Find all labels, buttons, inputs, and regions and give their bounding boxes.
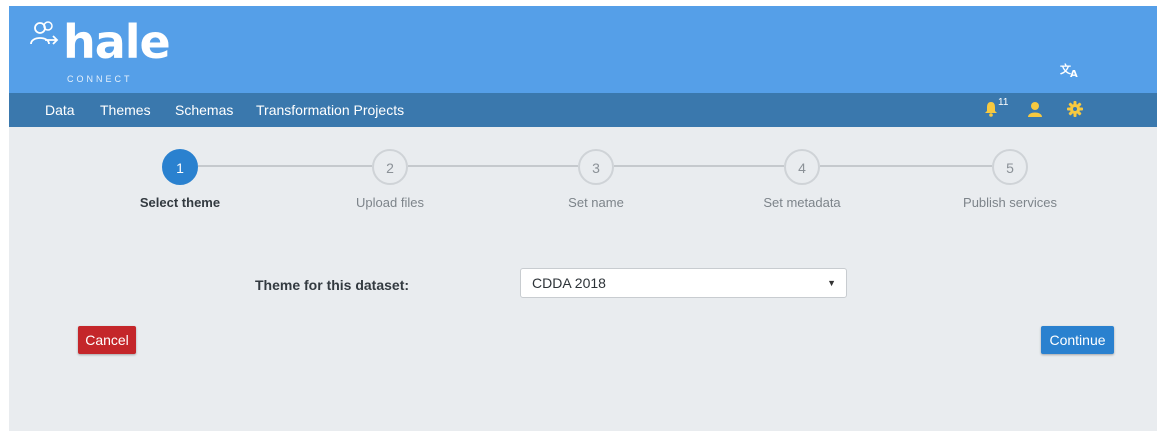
- step-connector: [198, 165, 372, 167]
- step-connector: [820, 165, 992, 167]
- step-4-circle[interactable]: 4: [784, 149, 820, 185]
- nav-data[interactable]: Data: [45, 93, 75, 127]
- step-2-label: Upload files: [356, 195, 424, 210]
- logo-subtitle: CONNECT: [67, 74, 133, 84]
- step-5-label: Publish services: [963, 195, 1057, 210]
- cancel-button[interactable]: Cancel: [78, 326, 136, 354]
- gear-icon[interactable]: [1067, 101, 1083, 119]
- nav-transformation-projects[interactable]: Transformation Projects: [256, 93, 404, 127]
- step-1-circle[interactable]: 1: [162, 149, 198, 185]
- wizard-stepper: 1 2 3 4 5 Select theme Upload files Set …: [9, 127, 1157, 227]
- step-1-label: Select theme: [139, 195, 221, 210]
- theme-field-label: Theme for this dataset:: [255, 277, 410, 293]
- step-3-circle[interactable]: 3: [578, 149, 614, 185]
- theme-select[interactable]: CDDA 2018 ▼: [520, 268, 847, 298]
- translate-icon[interactable]: 文 A: [1060, 61, 1082, 81]
- step-connector: [408, 165, 578, 167]
- app-header: hale CONNECT 文 A: [9, 6, 1157, 93]
- users-transform-icon: [30, 21, 59, 45]
- bell-icon: [985, 102, 997, 117]
- caret-down-icon: ▼: [827, 278, 836, 288]
- theme-select-value: CDDA 2018: [532, 275, 606, 291]
- step-2-circle[interactable]: 2: [372, 149, 408, 185]
- main-navbar: Data Themes Schemas Transformation Proje…: [9, 93, 1157, 127]
- svg-text:A: A: [1070, 69, 1078, 79]
- step-5-circle[interactable]: 5: [992, 149, 1028, 185]
- step-4-label: Set metadata: [763, 195, 841, 210]
- user-icon[interactable]: [1028, 101, 1042, 119]
- step-3-label: Set name: [568, 195, 624, 210]
- notification-count: 11: [998, 97, 1009, 108]
- app-frame: hale CONNECT 文 A Data Themes Schemas Tra…: [9, 6, 1157, 431]
- nav-themes[interactable]: Themes: [100, 93, 151, 127]
- logo-wordmark: hale: [63, 15, 171, 69]
- continue-button[interactable]: Continue: [1041, 326, 1114, 354]
- nav-schemas[interactable]: Schemas: [175, 93, 233, 127]
- notifications-button[interactable]: 11: [984, 97, 1008, 119]
- hale-connect-logo[interactable]: hale CONNECT: [29, 14, 189, 90]
- step-connector: [614, 165, 784, 167]
